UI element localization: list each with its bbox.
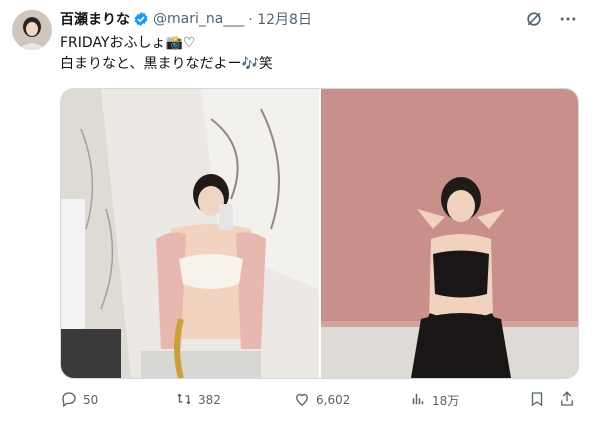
tweet-text-line: 白まりなと、黒まりなだよー🎶笑 [60,56,273,72]
views-count: 18万 [432,393,460,408]
share-icon [558,390,576,411]
display-name[interactable]: 百瀬まりな [60,9,130,29]
action-bar: 50 382 6,602 18万 [60,388,580,412]
bookmark-button[interactable] [528,390,546,411]
verified-badge-icon [133,11,149,27]
views-button[interactable]: 18万 [409,390,459,411]
media-grid[interactable] [60,88,579,379]
reply-button[interactable]: 50 [60,390,98,411]
tweet-date[interactable]: · 12月8日 [248,9,312,29]
views-icon [409,390,427,411]
retweet-button[interactable]: 382 [175,390,221,411]
like-count: 6,602 [316,393,351,407]
avatar[interactable] [12,10,52,50]
retweet-count: 382 [198,393,221,407]
grok-icon[interactable] [524,9,544,29]
reply-icon [60,390,78,411]
reply-count: 50 [83,393,99,407]
tweet-header: 百瀬まりな @mari_na___ · 12月8日 [60,9,312,29]
tweet-text: FRIDAYおふしょ📸♡ 白まりなと、黒まりなだよー🎶笑 [60,33,273,75]
retweet-icon [175,390,193,411]
photo-bathroom[interactable] [61,89,319,378]
photo-pink-room[interactable] [321,89,578,378]
handle[interactable]: @mari_na___ [153,11,244,27]
like-button[interactable]: 6,602 [293,390,350,411]
share-button[interactable] [558,390,576,411]
like-icon [293,390,311,411]
more-icon[interactable] [558,9,578,29]
tweet-text-line: FRIDAYおふしょ📸♡ [60,35,196,51]
bookmark-icon [528,390,546,411]
